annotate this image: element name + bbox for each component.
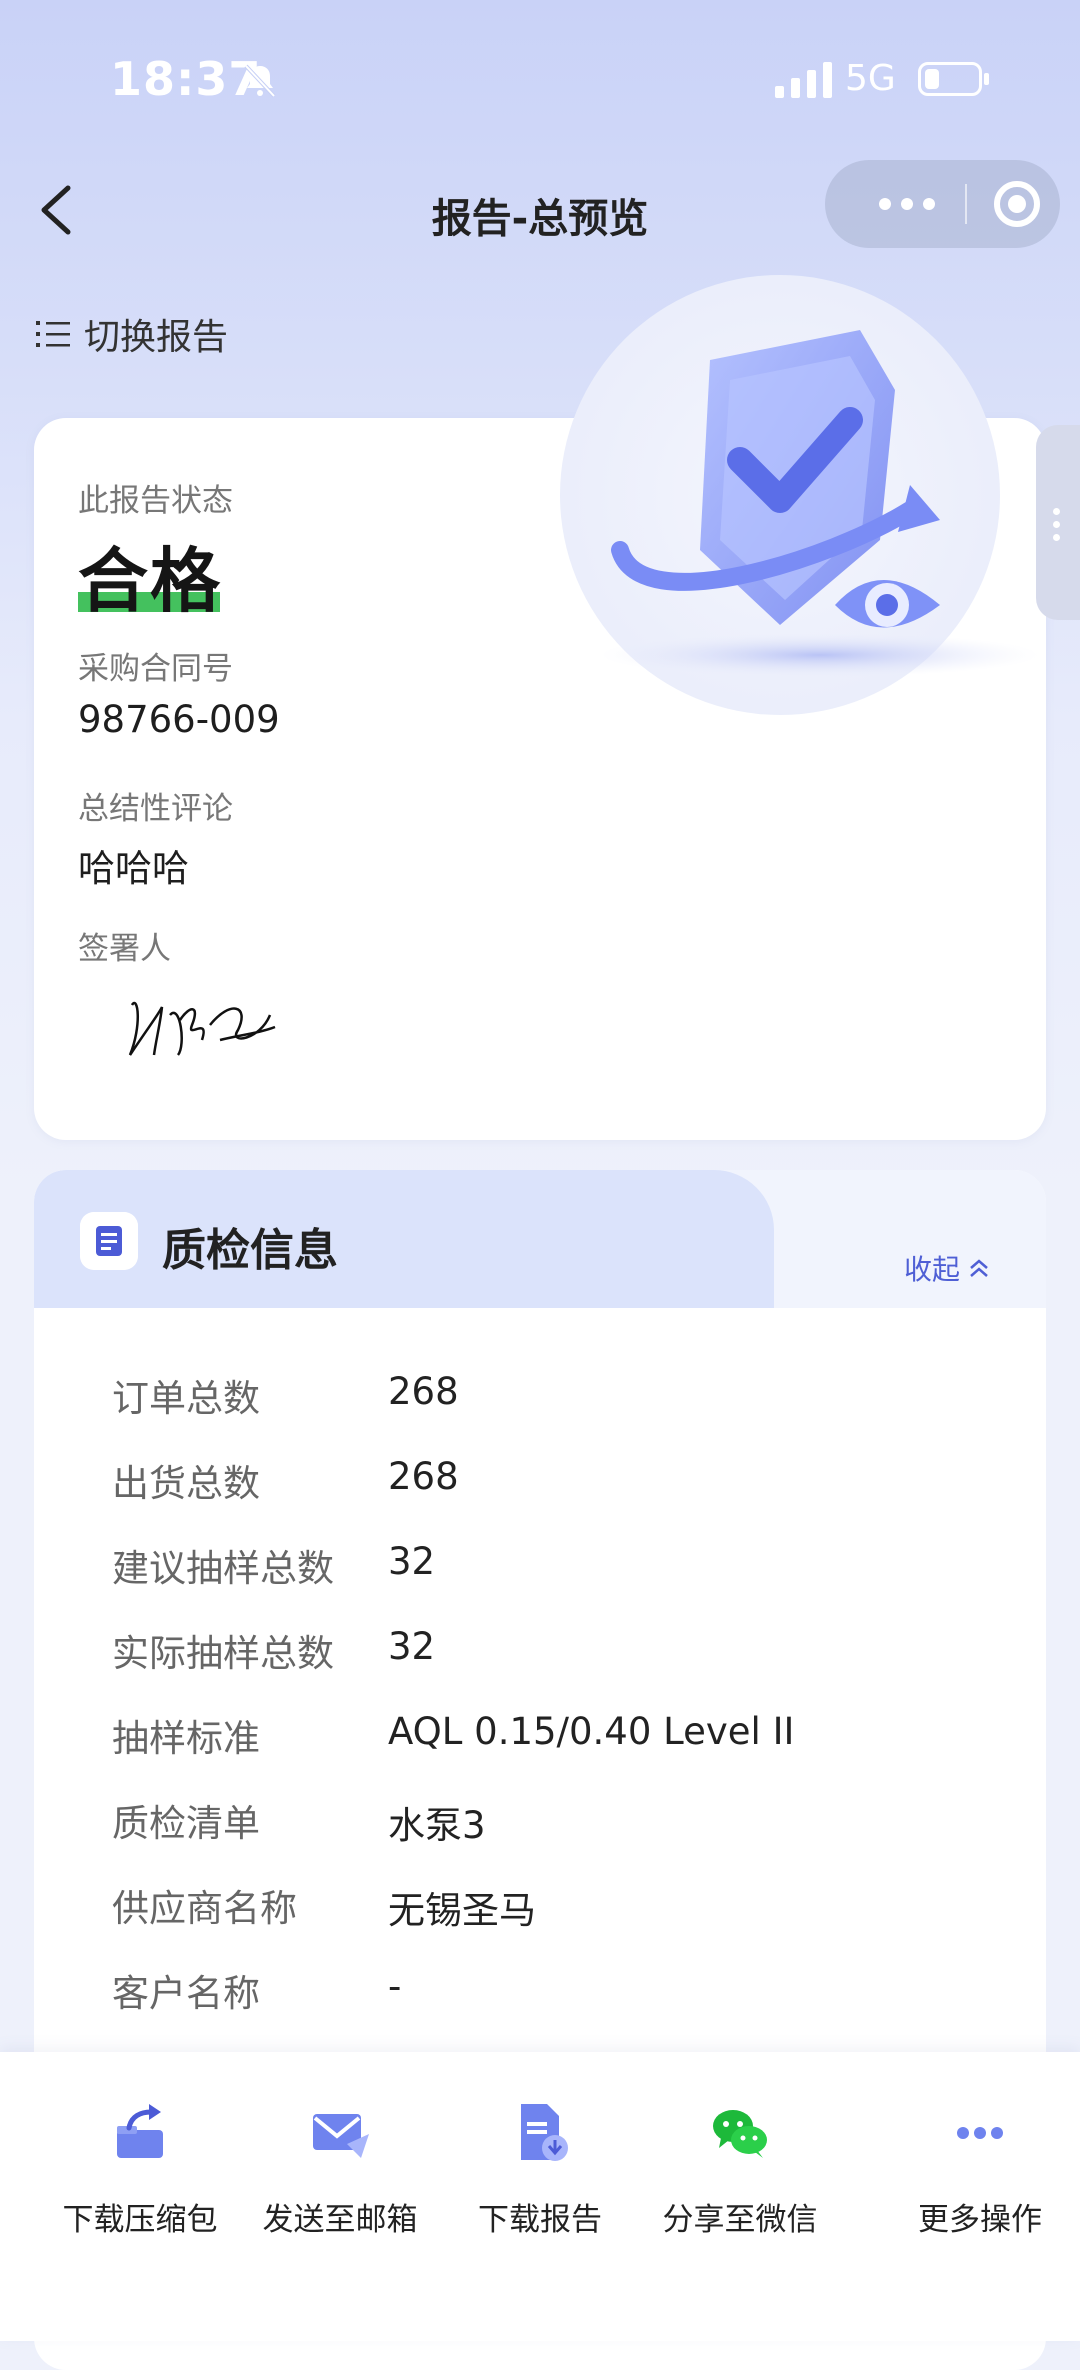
contract-label: 采购合同号 [78, 651, 233, 687]
download-report-icon [521, 2104, 568, 2161]
download-report-label: 下载报告 [478, 2202, 602, 2238]
status-value: 合格 [78, 540, 222, 622]
signature-image [128, 1001, 276, 1056]
signal-icon [775, 62, 832, 98]
comment-value: 哈哈哈 [78, 847, 189, 890]
document-icon [80, 1212, 138, 1270]
comment-label: 总结性评论 [78, 791, 233, 827]
order-total-value: 268 [388, 1370, 459, 1413]
download-package-icon [117, 2104, 163, 2158]
send-mail-label: 发送至邮箱 [262, 2202, 418, 2238]
more-menu-icon[interactable] [857, 160, 957, 248]
more-actions-label: 更多操作 [918, 2202, 1042, 2238]
double-chevron-up-icon [970, 1259, 988, 1277]
download-report-button[interactable]: 下载报告 [440, 2100, 640, 2239]
contract-value: 98766-009 [78, 698, 280, 741]
signer-label: 签署人 [78, 931, 171, 967]
status-bar: 18:37 5G [0, 0, 1080, 160]
sampling-standard-value: AQL 0.15/0.40 Level II [388, 1710, 795, 1753]
download-package-button[interactable]: 下载压缩包 [40, 2100, 240, 2239]
order-total-label: 订单总数 [112, 1377, 260, 1420]
more-icon [957, 2127, 1003, 2139]
share-wechat-label: 分享至微信 [662, 2202, 818, 2238]
side-drawer-handle[interactable] [1036, 425, 1080, 620]
status-time: 18:37 [110, 52, 262, 106]
bottom-action-bar: 下载压缩包 发送至邮箱 下载报告 分享至微信 更多操作 [0, 2052, 1080, 2341]
close-miniprogram-icon[interactable] [975, 160, 1060, 248]
shield-check-icon [600, 330, 1040, 677]
status-label: 此报告状态 [78, 483, 233, 519]
shipment-total-label: 出货总数 [112, 1462, 260, 1505]
send-mail-icon [313, 2114, 369, 2158]
list-icon [36, 321, 70, 347]
network-type: 5G [845, 58, 896, 99]
supplier-name-label: 供应商名称 [112, 1887, 297, 1930]
qc-tab [34, 1170, 774, 1308]
qc-checklist-label: 质检清单 [112, 1802, 260, 1845]
wechat-icon [713, 2110, 767, 2158]
sampling-standard-label: 抽样标准 [112, 1717, 260, 1760]
bell-muted-icon [244, 64, 276, 98]
customer-name-label: 客户名称 [112, 1972, 260, 2015]
send-mail-button[interactable]: 发送至邮箱 [240, 2100, 440, 2239]
qc-title: 质检信息 [162, 1225, 338, 1276]
shipment-total-value: 268 [388, 1455, 459, 1498]
share-wechat-button[interactable]: 分享至微信 [640, 2100, 840, 2239]
collapse-label: 收起 [904, 1253, 961, 1286]
actual-sample-value: 32 [388, 1625, 436, 1668]
switch-report-label: 切换报告 [84, 317, 229, 358]
customer-name-value: - [388, 1965, 402, 2008]
miniprogram-capsule [825, 160, 1060, 248]
supplier-name-value: 无锡圣马 [388, 1889, 536, 1932]
suggested-sample-value: 32 [388, 1540, 436, 1583]
collapse-button[interactable]: 收起 [904, 1248, 990, 1288]
nav-bar: 报告-总预览 [0, 160, 1080, 260]
switch-report-button[interactable]: 切换报告 [36, 308, 228, 360]
more-actions-button[interactable]: 更多操作 [880, 2100, 1080, 2239]
battery-icon [918, 62, 989, 96]
suggested-sample-label: 建议抽样总数 [112, 1547, 334, 1590]
qc-checklist-value: 水泵3 [388, 1804, 486, 1847]
download-package-label: 下载压缩包 [62, 2202, 218, 2238]
actual-sample-label: 实际抽样总数 [112, 1632, 334, 1675]
